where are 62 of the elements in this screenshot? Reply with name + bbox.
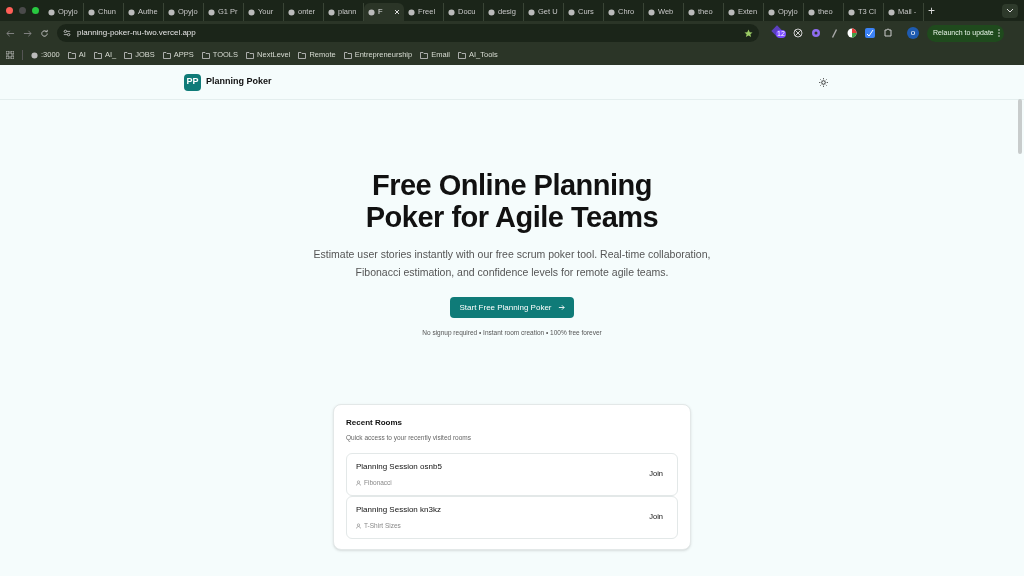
favicon-icon <box>168 8 175 16</box>
favicon-icon <box>368 8 375 16</box>
favicon-icon <box>648 8 655 16</box>
room-name: Planning Session kn3kz <box>356 503 441 516</box>
hero-subtitle: Estimate user stories instantly with our free scrum poker tool. Real-time collaboration, Fibonacci estimation, and confidence levels for remote agile teams. <box>313 247 711 280</box>
favicon-icon <box>408 8 415 16</box>
favicon-icon <box>448 8 455 16</box>
folder-icon <box>298 51 307 59</box>
more-icon[interactable] <box>997 29 1000 37</box>
favicon-icon <box>848 8 855 16</box>
users-icon <box>356 522 362 529</box>
favicon-icon <box>568 8 575 16</box>
favicon-icon <box>248 8 255 16</box>
users-icon <box>356 479 362 486</box>
profile-avatar[interactable]: o <box>907 27 919 39</box>
folder-icon <box>420 51 429 59</box>
brand-name[interactable]: Planning Poker <box>206 75 272 89</box>
card-title: Recent Rooms <box>346 416 403 429</box>
favicon-icon <box>768 8 775 16</box>
bookmark-star-icon[interactable] <box>744 28 753 38</box>
tab-list-button[interactable] <box>1002 3 1018 18</box>
favicon-icon <box>288 8 295 16</box>
new-tab-button[interactable]: + <box>928 1 935 20</box>
favicon-icon <box>528 8 535 16</box>
globe-icon <box>31 51 38 59</box>
favicon-icon <box>128 8 135 16</box>
close-tab-icon[interactable] <box>394 9 400 15</box>
favicon-icon <box>328 8 335 16</box>
favicon-icon <box>608 8 615 16</box>
favicon-icon <box>208 8 215 16</box>
folder-icon <box>67 51 76 59</box>
hero-title: Free Online Planning Poker for Agile Teams <box>365 169 659 233</box>
folder-icon <box>343 51 352 59</box>
folder-icon <box>93 51 102 59</box>
favicon-icon <box>488 8 495 16</box>
favicon-icon <box>688 8 695 16</box>
folder-icon <box>201 51 210 59</box>
forward-icon[interactable] <box>23 28 32 38</box>
folder-icon <box>162 51 171 59</box>
room-name: Planning Session osnb5 <box>356 460 442 473</box>
theme-toggle-icon[interactable] <box>819 77 828 87</box>
folder-icon <box>458 51 466 59</box>
extension-icon[interactable] <box>793 28 803 38</box>
favicon-icon <box>728 8 735 16</box>
favicon-icon <box>888 8 895 16</box>
back-icon[interactable] <box>6 28 15 38</box>
chevron-down-icon <box>1006 7 1014 14</box>
folder-icon <box>246 51 255 59</box>
site-info-icon[interactable] <box>63 29 71 37</box>
scrollbar-thumb[interactable] <box>1018 99 1022 154</box>
favicon-icon <box>48 8 55 16</box>
folder-icon <box>124 51 133 59</box>
extension-icon[interactable] <box>847 28 857 38</box>
start-button[interactable]: Start Free Planning Poker <box>450 297 574 318</box>
arrow-right-icon <box>557 304 565 311</box>
logo[interactable]: PP <box>184 73 201 91</box>
favicon-icon <box>88 8 95 16</box>
favicon-icon <box>808 8 815 16</box>
apps-grid-icon[interactable] <box>6 51 14 59</box>
address-bar[interactable]: planning-poker-nu-two.vercel.app <box>57 24 759 42</box>
reload-icon[interactable] <box>40 28 49 38</box>
url-text: planning-poker-nu-two.vercel.app <box>77 27 196 39</box>
